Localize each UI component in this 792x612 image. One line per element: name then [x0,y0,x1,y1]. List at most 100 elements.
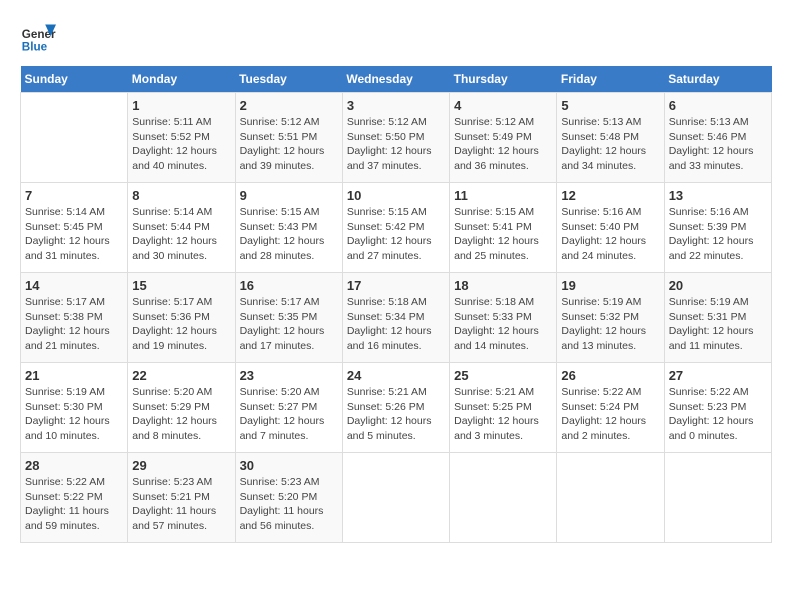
day-info: Sunrise: 5:18 AM Sunset: 5:33 PM Dayligh… [454,295,552,354]
calendar-cell: 12Sunrise: 5:16 AM Sunset: 5:40 PM Dayli… [557,183,664,273]
day-info: Sunrise: 5:15 AM Sunset: 5:41 PM Dayligh… [454,205,552,264]
calendar-cell: 15 Sunrise: 5:17 AM Sunset: 5:36 PM Dayli… [128,273,235,363]
day-number: 27 [669,368,767,383]
calendar-cell: 5 Sunrise: 5:13 AM Sunset: 5:48 PM Daylig… [557,93,664,183]
weekday-header: Sunday [21,66,128,93]
day-info: Sunrise: 5:17 AM Sunset: 5:38 PM Dayligh… [25,295,123,354]
day-number: 8 [132,188,230,203]
day-info: Sunrise: 5:14 AM Sunset: 5:44 PM Dayligh… [132,205,230,264]
calendar-header: SundayMondayTuesdayWednesdayThursdayFrid… [21,66,772,93]
calendar-week-row: 21 Sunrise: 5:19 AM Sunset: 5:30 PM Dayli… [21,363,772,453]
day-number: 24 [347,368,445,383]
calendar-cell: 29 Sunrise: 5:23 AM Sunset: 5:21 PM Dayli… [128,453,235,543]
day-number: 22 [132,368,230,383]
calendar-cell: 10Sunrise: 5:15 AM Sunset: 5:42 PM Dayli… [342,183,449,273]
calendar-cell: 3Sunrise: 5:12 AM Sunset: 5:50 PM Daylig… [342,93,449,183]
day-number: 10 [347,188,445,203]
day-info: Sunrise: 5:23 AM Sunset: 5:21 PM Dayligh… [132,475,230,534]
day-number: 2 [240,98,338,113]
calendar-cell: 8 Sunrise: 5:14 AM Sunset: 5:44 PM Daylig… [128,183,235,273]
day-info: Sunrise: 5:12 AM Sunset: 5:51 PM Dayligh… [240,115,338,174]
day-number: 15 [132,278,230,293]
calendar-cell: 28 Sunrise: 5:22 AM Sunset: 5:22 PM Dayli… [21,453,128,543]
day-number: 23 [240,368,338,383]
day-number: 17 [347,278,445,293]
day-info: Sunrise: 5:21 AM Sunset: 5:25 PM Dayligh… [454,385,552,444]
weekday-header: Friday [557,66,664,93]
calendar-cell: 22 Sunrise: 5:20 AM Sunset: 5:29 PM Dayli… [128,363,235,453]
calendar-cell: 13 Sunrise: 5:16 AM Sunset: 5:39 PM Dayli… [664,183,771,273]
calendar-cell: 9Sunrise: 5:15 AM Sunset: 5:43 PM Daylig… [235,183,342,273]
day-number: 5 [561,98,659,113]
day-info: Sunrise: 5:17 AM Sunset: 5:35 PM Dayligh… [240,295,338,354]
day-info: Sunrise: 5:20 AM Sunset: 5:29 PM Dayligh… [132,385,230,444]
day-number: 28 [25,458,123,473]
day-number: 30 [240,458,338,473]
calendar-week-row: 1 Sunrise: 5:11 AM Sunset: 5:52 PM Daylig… [21,93,772,183]
weekday-header: Thursday [450,66,557,93]
day-info: Sunrise: 5:20 AM Sunset: 5:27 PM Dayligh… [240,385,338,444]
calendar-cell [21,93,128,183]
calendar-cell: 23 Sunrise: 5:20 AM Sunset: 5:27 PM Dayli… [235,363,342,453]
calendar-cell: 4 Sunrise: 5:12 AM Sunset: 5:49 PM Daylig… [450,93,557,183]
calendar-cell: 19Sunrise: 5:19 AM Sunset: 5:32 PM Dayli… [557,273,664,363]
day-info: Sunrise: 5:21 AM Sunset: 5:26 PM Dayligh… [347,385,445,444]
day-number: 14 [25,278,123,293]
weekday-header: Saturday [664,66,771,93]
day-number: 12 [561,188,659,203]
day-info: Sunrise: 5:14 AM Sunset: 5:45 PM Dayligh… [25,205,123,264]
calendar-cell: 2 Sunrise: 5:12 AM Sunset: 5:51 PM Daylig… [235,93,342,183]
day-info: Sunrise: 5:13 AM Sunset: 5:46 PM Dayligh… [669,115,767,174]
calendar-cell: 16Sunrise: 5:17 AM Sunset: 5:35 PM Dayli… [235,273,342,363]
logo-icon: General Blue [20,20,56,56]
calendar-cell: 7 Sunrise: 5:14 AM Sunset: 5:45 PM Daylig… [21,183,128,273]
calendar-cell [450,453,557,543]
calendar-cell [342,453,449,543]
day-info: Sunrise: 5:18 AM Sunset: 5:34 PM Dayligh… [347,295,445,354]
day-number: 20 [669,278,767,293]
calendar-cell: 20 Sunrise: 5:19 AM Sunset: 5:31 PM Dayli… [664,273,771,363]
calendar-week-row: 28 Sunrise: 5:22 AM Sunset: 5:22 PM Dayli… [21,453,772,543]
calendar-table: SundayMondayTuesdayWednesdayThursdayFrid… [20,66,772,543]
calendar-cell [664,453,771,543]
calendar-cell: 18 Sunrise: 5:18 AM Sunset: 5:33 PM Dayli… [450,273,557,363]
day-info: Sunrise: 5:22 AM Sunset: 5:23 PM Dayligh… [669,385,767,444]
calendar-cell: 30 Sunrise: 5:23 AM Sunset: 5:20 PM Dayli… [235,453,342,543]
day-number: 7 [25,188,123,203]
day-info: Sunrise: 5:23 AM Sunset: 5:20 PM Dayligh… [240,475,338,534]
calendar-cell: 6 Sunrise: 5:13 AM Sunset: 5:46 PM Daylig… [664,93,771,183]
day-number: 6 [669,98,767,113]
day-info: Sunrise: 5:15 AM Sunset: 5:43 PM Dayligh… [240,205,338,264]
day-info: Sunrise: 5:12 AM Sunset: 5:49 PM Dayligh… [454,115,552,174]
calendar-week-row: 7 Sunrise: 5:14 AM Sunset: 5:45 PM Daylig… [21,183,772,273]
day-info: Sunrise: 5:19 AM Sunset: 5:31 PM Dayligh… [669,295,767,354]
day-number: 26 [561,368,659,383]
day-number: 1 [132,98,230,113]
calendar-cell: 25Sunrise: 5:21 AM Sunset: 5:25 PM Dayli… [450,363,557,453]
calendar-cell: 26Sunrise: 5:22 AM Sunset: 5:24 PM Dayli… [557,363,664,453]
calendar-cell: 21 Sunrise: 5:19 AM Sunset: 5:30 PM Dayli… [21,363,128,453]
day-info: Sunrise: 5:22 AM Sunset: 5:22 PM Dayligh… [25,475,123,534]
day-number: 3 [347,98,445,113]
day-number: 29 [132,458,230,473]
day-number: 21 [25,368,123,383]
calendar-week-row: 14 Sunrise: 5:17 AM Sunset: 5:38 PM Dayli… [21,273,772,363]
day-info: Sunrise: 5:13 AM Sunset: 5:48 PM Dayligh… [561,115,659,174]
calendar-cell: 14 Sunrise: 5:17 AM Sunset: 5:38 PM Dayli… [21,273,128,363]
svg-text:Blue: Blue [22,41,48,54]
logo: General Blue [20,20,56,56]
day-info: Sunrise: 5:16 AM Sunset: 5:39 PM Dayligh… [669,205,767,264]
day-info: Sunrise: 5:17 AM Sunset: 5:36 PM Dayligh… [132,295,230,354]
calendar-cell: 24 Sunrise: 5:21 AM Sunset: 5:26 PM Dayli… [342,363,449,453]
day-number: 18 [454,278,552,293]
day-number: 13 [669,188,767,203]
page-header: General Blue [20,20,772,56]
day-number: 4 [454,98,552,113]
day-number: 11 [454,188,552,203]
day-number: 19 [561,278,659,293]
weekday-header: Wednesday [342,66,449,93]
day-info: Sunrise: 5:19 AM Sunset: 5:30 PM Dayligh… [25,385,123,444]
day-info: Sunrise: 5:11 AM Sunset: 5:52 PM Dayligh… [132,115,230,174]
calendar-cell: 11 Sunrise: 5:15 AM Sunset: 5:41 PM Dayli… [450,183,557,273]
calendar-cell [557,453,664,543]
